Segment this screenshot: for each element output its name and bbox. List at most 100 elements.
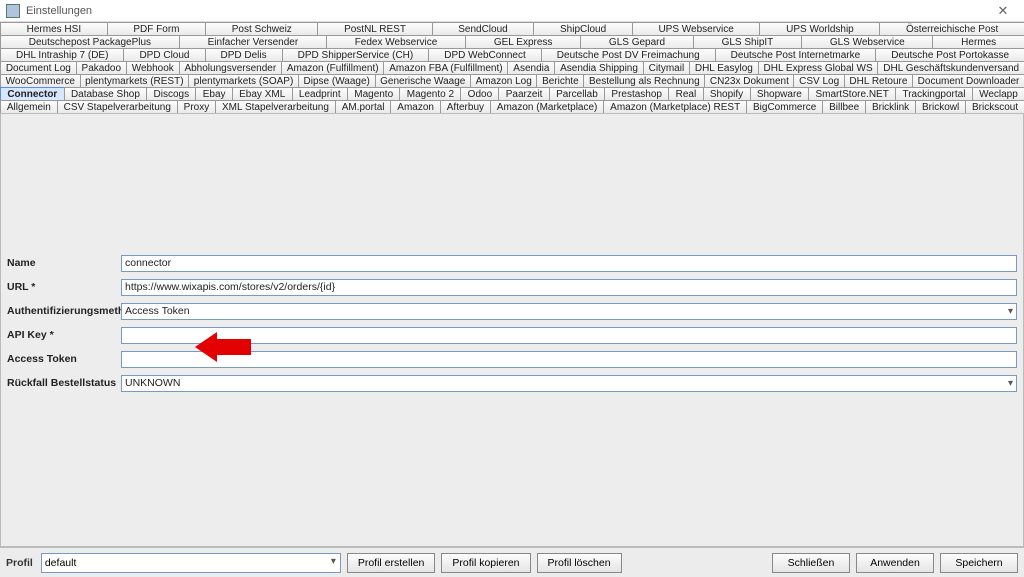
- create-profile-button[interactable]: Profil erstellen: [347, 553, 436, 573]
- tab-connector[interactable]: Connector: [0, 87, 65, 101]
- tab-dhl-gesch-ftskundenversand[interactable]: DHL Geschäftskundenversand: [877, 61, 1024, 75]
- tab-dhl-retoure[interactable]: DHL Retoure: [844, 74, 913, 88]
- select-auth[interactable]: Access Token ▾: [121, 303, 1017, 320]
- tab-amazon-marketplace-[interactable]: Amazon (Marketplace): [490, 100, 604, 114]
- tab-am-portal[interactable]: AM.portal: [335, 100, 392, 114]
- tab-webhook[interactable]: Webhook: [126, 61, 180, 75]
- close-button[interactable]: Schließen: [772, 553, 850, 573]
- tab-abholungsversender[interactable]: Abholungsversender: [179, 61, 282, 75]
- tab-amazon-fulfillment-[interactable]: Amazon (Fulfillment): [281, 61, 384, 75]
- tab-document-downloader[interactable]: Document Downloader: [912, 74, 1024, 88]
- tab-magento-2[interactable]: Magento 2: [399, 87, 461, 101]
- tab-odoo[interactable]: Odoo: [460, 87, 499, 101]
- select-fallback[interactable]: UNKNOWN ▾: [121, 375, 1017, 392]
- tab-shopify[interactable]: Shopify: [703, 87, 751, 101]
- input-url[interactable]: [121, 279, 1017, 296]
- tab-asendia[interactable]: Asendia: [507, 61, 555, 75]
- input-accesstoken[interactable]: [121, 351, 1017, 368]
- apply-button[interactable]: Anwenden: [856, 553, 934, 573]
- tab-sendcloud[interactable]: SendCloud: [432, 22, 535, 36]
- tab-csv-stapelverarbeitung[interactable]: CSV Stapelverarbeitung: [57, 100, 178, 114]
- tab-plentymarkets-rest-[interactable]: plentymarkets (REST): [80, 74, 190, 88]
- tab-bricklink[interactable]: Bricklink: [865, 100, 916, 114]
- tab-woocommerce[interactable]: WooCommerce: [0, 74, 81, 88]
- tab-dpd-shipperservice-ch-[interactable]: DPD ShipperService (CH): [282, 48, 430, 62]
- tabrow-2: Deutschepost PackagePlusEinfacher Versen…: [0, 35, 1024, 48]
- tab-dhl-express-global-ws[interactable]: DHL Express Global WS: [758, 61, 879, 75]
- tab-amazon-marketplace-rest[interactable]: Amazon (Marketplace) REST: [603, 100, 747, 114]
- tab-gel-express[interactable]: GEL Express: [465, 35, 581, 49]
- tab-gls-shipit[interactable]: GLS ShipIT: [693, 35, 802, 49]
- tab--sterreichische-post[interactable]: Österreichische Post: [879, 22, 1024, 36]
- label-name: Name: [7, 257, 121, 269]
- tab-dpd-cloud[interactable]: DPD Cloud: [123, 48, 205, 62]
- tab-bigcommerce[interactable]: BigCommerce: [746, 100, 823, 114]
- tab-shipcloud[interactable]: ShipCloud: [533, 22, 632, 36]
- tab-hermes[interactable]: Hermes: [932, 35, 1024, 49]
- tab-berichte[interactable]: Berichte: [536, 74, 584, 88]
- tab-weclapp[interactable]: Weclapp: [972, 87, 1024, 101]
- tab-brickscout[interactable]: Brickscout: [965, 100, 1024, 114]
- tab-brickowl[interactable]: Brickowl: [915, 100, 966, 114]
- tab-amazon-log[interactable]: Amazon Log: [470, 74, 537, 88]
- tab-dhl-easylog[interactable]: DHL Easylog: [689, 61, 759, 75]
- select-auth-value: Access Token: [125, 305, 190, 317]
- copy-profile-button[interactable]: Profil kopieren: [441, 553, 530, 573]
- tab-prestashop[interactable]: Prestashop: [604, 87, 669, 101]
- tab-deutsche-post-internetmarke[interactable]: Deutsche Post Internetmarke: [715, 48, 877, 62]
- tab-cn23x-dokument[interactable]: CN23x Dokument: [704, 74, 794, 88]
- tab-allgemein[interactable]: Allgemein: [0, 100, 58, 114]
- tab-afterbuy[interactable]: Afterbuy: [440, 100, 491, 114]
- tab-gls-gepard[interactable]: GLS Gepard: [580, 35, 694, 49]
- tab-hermes-hsi[interactable]: Hermes HSI: [0, 22, 108, 36]
- tab-database-shop[interactable]: Database Shop: [64, 87, 148, 101]
- tab-leadprint[interactable]: Leadprint: [292, 87, 348, 101]
- tab-einfacher-versender[interactable]: Einfacher Versender: [179, 35, 327, 49]
- tab-deutsche-post-dv-freimachung[interactable]: Deutsche Post DV Freimachung: [541, 48, 716, 62]
- tab-pdf-form[interactable]: PDF Form: [107, 22, 206, 36]
- tab-proxy[interactable]: Proxy: [177, 100, 216, 114]
- profile-select[interactable]: default: [41, 553, 341, 573]
- tab-trackingportal[interactable]: Trackingportal: [895, 87, 973, 101]
- delete-profile-button[interactable]: Profil löschen: [537, 553, 622, 573]
- tab-pakadoo[interactable]: Pakadoo: [76, 61, 127, 75]
- tab-parcellab[interactable]: Parcellab: [549, 87, 605, 101]
- tab-real[interactable]: Real: [668, 87, 703, 101]
- tab-dipse-waage-[interactable]: Dipse (Waage): [298, 74, 376, 88]
- tab-document-log[interactable]: Document Log: [0, 61, 77, 75]
- tab-amazon-fba-fulfillment-[interactable]: Amazon FBA (Fulfillment): [383, 61, 508, 75]
- tab-plentymarkets-soap-[interactable]: plentymarkets (SOAP): [188, 74, 299, 88]
- tab-gls-webservice[interactable]: GLS Webservice: [801, 35, 933, 49]
- tab-ebay[interactable]: Ebay: [195, 87, 232, 101]
- tab-paarzeit[interactable]: Paarzeit: [498, 87, 549, 101]
- tab-citymail[interactable]: Citymail: [643, 61, 690, 75]
- input-apikey[interactable]: [121, 327, 1017, 344]
- tab-deutschepost-packageplus[interactable]: Deutschepost PackagePlus: [0, 35, 180, 49]
- tab-dhl-intraship-7-de-[interactable]: DHL Intraship 7 (DE): [0, 48, 124, 62]
- tab-bestellung-als-rechnung[interactable]: Bestellung als Rechnung: [583, 74, 705, 88]
- tab-ups-webservice[interactable]: UPS Webservice: [632, 22, 761, 36]
- label-url: URL *: [7, 281, 121, 293]
- tab-magento[interactable]: Magento: [347, 87, 401, 101]
- tab-ups-worldship[interactable]: UPS Worldship: [759, 22, 880, 36]
- window-close-button[interactable]: ✕: [988, 2, 1018, 20]
- input-name[interactable]: [121, 255, 1017, 272]
- tab-csv-log[interactable]: CSV Log: [793, 74, 844, 88]
- tab-generische-waage[interactable]: Generische Waage: [375, 74, 472, 88]
- tab-xml-stapelverarbeitung[interactable]: XML Stapelverarbeitung: [215, 100, 336, 114]
- label-profile: Profil: [6, 557, 33, 569]
- tab-smartstore-net[interactable]: SmartStore.NET: [808, 87, 896, 101]
- tab-dpd-delis[interactable]: DPD Delis: [205, 48, 283, 62]
- save-button[interactable]: Speichern: [940, 553, 1018, 573]
- tab-postnl-rest[interactable]: PostNL REST: [317, 22, 432, 36]
- tab-discogs[interactable]: Discogs: [146, 87, 196, 101]
- tab-post-schweiz[interactable]: Post Schweiz: [205, 22, 318, 36]
- tab-dpd-webconnect[interactable]: DPD WebConnect: [428, 48, 542, 62]
- tab-fedex-webservice[interactable]: Fedex Webservice: [326, 35, 466, 49]
- tab-amazon[interactable]: Amazon: [390, 100, 440, 114]
- tab-deutsche-post-portokasse[interactable]: Deutsche Post Portokasse: [875, 48, 1024, 62]
- tab-billbee[interactable]: Billbee: [822, 100, 866, 114]
- tab-asendia-shipping[interactable]: Asendia Shipping: [554, 61, 644, 75]
- tab-shopware[interactable]: Shopware: [750, 87, 810, 101]
- tab-ebay-xml[interactable]: Ebay XML: [232, 87, 293, 101]
